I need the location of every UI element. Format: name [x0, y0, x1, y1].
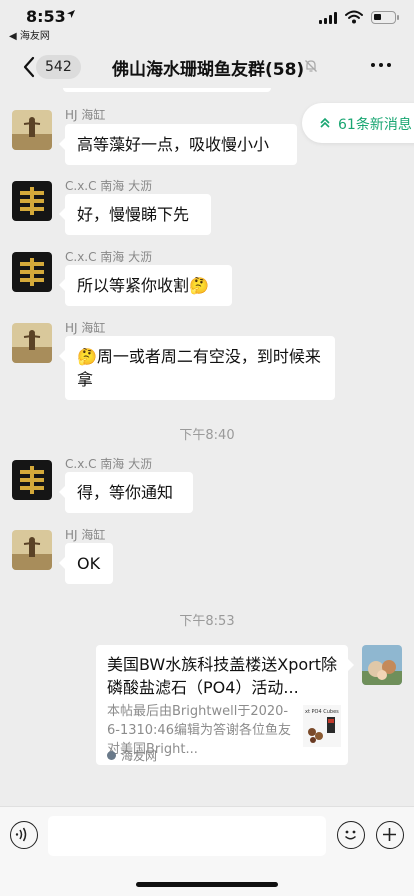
avatar-hj[interactable]	[12, 530, 52, 570]
voice-input-icon[interactable]	[10, 821, 38, 849]
double-chevron-up-icon	[320, 117, 330, 128]
thumbnail-caption: xt PO4 Cubes	[305, 709, 339, 715]
battery-icon	[371, 11, 399, 24]
source-logo-icon	[107, 751, 116, 760]
message-bubble[interactable]: OK	[59, 543, 113, 584]
wifi-icon	[345, 10, 363, 24]
message-sender: HJ 海缸	[65, 528, 106, 542]
link-card-title: 美国BW水族科技盖楼送Xport除磷酸盐滤石（PO4）活动...	[107, 655, 337, 697]
link-card-thumbnail: xt PO4 Cubes	[303, 705, 341, 747]
message-sender: C.x.C 南海 大沥	[65, 179, 153, 193]
status-bar: 8:53 ◀ 海友网	[0, 0, 414, 44]
message-bubble[interactable]: 高等藻好一点，吸收慢小小	[59, 124, 297, 165]
avatar-cxc[interactable]	[12, 252, 52, 292]
message-sender: HJ 海缸	[65, 321, 106, 335]
message-input[interactable]	[48, 816, 326, 856]
message-bubble[interactable]: 🤔周一或者周二有空没，到时候来拿	[59, 336, 335, 400]
avatar-cxc[interactable]	[12, 460, 52, 500]
shared-link-card[interactable]: 美国BW水族科技盖楼送Xport除磷酸盐滤石（PO4）活动... 本帖最后由Br…	[96, 645, 354, 765]
chat-header: 542 佛山海水珊瑚鱼友群(58)	[0, 44, 414, 88]
emoji-icon[interactable]	[337, 821, 365, 849]
message-sender: HJ 海缸	[65, 108, 106, 122]
chat-title[interactable]: 佛山海水珊瑚鱼友群(58)	[112, 55, 304, 80]
new-messages-label: 61条新消息	[338, 117, 412, 133]
message-bubble[interactable]: 所以等紧你收割🤔	[59, 265, 232, 306]
previous-message-remnant	[63, 88, 271, 92]
avatar-cxc[interactable]	[12, 181, 52, 221]
new-messages-pill[interactable]: 61条新消息	[302, 103, 414, 143]
status-time: 8:53	[26, 7, 66, 26]
mute-bell-icon	[305, 60, 317, 72]
link-card-source-label: 海友网	[121, 749, 158, 763]
avatar-hj[interactable]	[12, 323, 52, 363]
timestamp: 下午8:53	[179, 614, 235, 629]
message-sender: C.x.C 南海 大沥	[65, 457, 153, 471]
add-attachment-icon[interactable]	[376, 821, 404, 849]
unread-count-badge[interactable]: 542	[36, 55, 81, 79]
more-options-icon[interactable]	[371, 63, 391, 67]
back-to-app-link[interactable]: ◀ 海友网	[9, 27, 50, 42]
message-sender: C.x.C 南海 大沥	[65, 250, 153, 264]
cellular-signal-icon	[319, 12, 337, 24]
message-bubble[interactable]: 好，慢慢睇下先	[59, 194, 211, 235]
timestamp: 下午8:40	[179, 428, 235, 443]
avatar-hj[interactable]	[12, 110, 52, 150]
home-indicator	[136, 882, 278, 887]
location-arrow-icon	[67, 10, 75, 18]
message-bubble[interactable]: 得，等你通知	[59, 472, 193, 513]
link-card-source: 海友网	[107, 747, 157, 764]
my-avatar[interactable]	[362, 645, 402, 685]
